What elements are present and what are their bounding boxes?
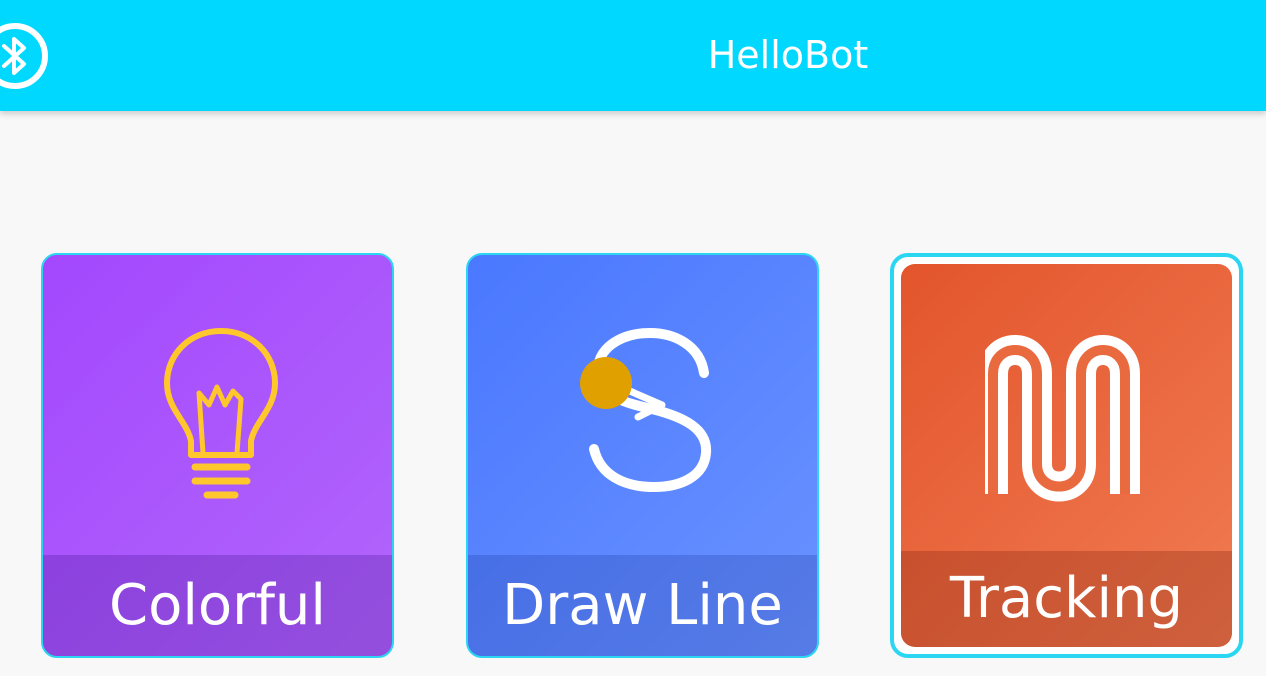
- colorful-label: Colorful: [43, 555, 392, 656]
- tracking-card-body: Tracking: [901, 264, 1232, 647]
- app-bar: HelloBot: [0, 0, 1266, 111]
- app-title: HelloBot: [707, 33, 869, 77]
- draw-line-label: Draw Line: [468, 555, 817, 656]
- tracking-label: Tracking: [901, 551, 1232, 647]
- draw-line-icon: [580, 327, 712, 493]
- lightbulb-icon: [164, 328, 278, 499]
- draw-line-card[interactable]: Draw Line: [466, 253, 819, 658]
- colorful-card[interactable]: Colorful: [41, 253, 394, 658]
- track-path-icon: [985, 335, 1140, 502]
- tracking-card[interactable]: Tracking: [890, 253, 1243, 658]
